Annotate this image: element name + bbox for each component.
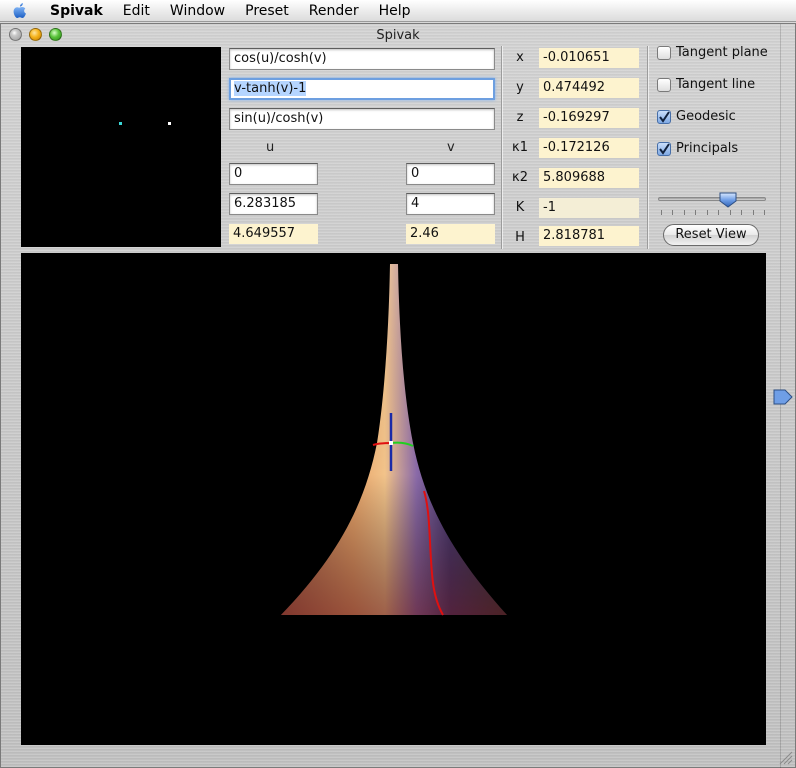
surface-3d-view[interactable] [21,253,766,745]
main-window: Spivak cos(u)/cosh(v) v-tanh(v)-1 sin(u)… [0,23,796,768]
menu-window[interactable]: Window [160,0,235,22]
pseudosphere-render [281,264,507,616]
geodesic-checkbox-box[interactable] [657,109,671,124]
principals-checkbox[interactable]: Principals [657,141,738,156]
geodesic-label: Geodesic [676,109,736,124]
x-equation-field[interactable]: cos(u)/cosh(v) [229,48,495,70]
title-bar[interactable]: Spivak [1,24,795,46]
tangent-plane-label: Tangent plane [676,45,768,60]
parameter-domain-preview[interactable] [21,47,221,247]
geodesic-start-marker [119,122,122,125]
y-equation-selection: v-tanh(v)-1 [234,81,307,96]
slider-thumb[interactable] [719,192,737,208]
resize-grip-icon[interactable] [777,749,793,765]
v-min-field[interactable]: 0 [406,163,495,185]
current-point-marker [168,122,171,125]
menu-bar: Spivak Edit Window Preset Render Help [0,0,796,22]
menu-edit[interactable]: Edit [113,0,160,22]
principals-checkbox-box[interactable] [657,141,671,156]
tangent-line-checkbox[interactable]: Tangent line [657,77,755,92]
x-readout: -0.010651 [539,48,639,68]
z-equation-field[interactable]: sin(u)/cosh(v) [229,108,495,130]
y-readout: 0.474492 [539,78,639,98]
close-window-button[interactable] [9,28,22,41]
kappa1-label: κ1 [512,140,528,155]
drawer-toggle-icon[interactable] [773,388,793,406]
u-column-label: u [266,140,275,155]
z-label: z [516,110,524,125]
menu-render[interactable]: Render [299,0,369,22]
menu-help[interactable]: Help [369,0,421,22]
u-current-readout: 4.649557 [229,224,318,244]
tangent-line-label: Tangent line [676,77,756,92]
v-current-readout: 2.46 [406,224,495,244]
separator-right [647,46,648,249]
zoom-window-button[interactable] [49,28,62,41]
v-column-label: v [447,140,455,155]
minimize-window-button[interactable] [29,28,42,41]
current-point [389,441,393,445]
gaussian-curvature-label: K [515,200,525,215]
principals-label: Principals [676,141,739,156]
y-equation-field[interactable]: v-tanh(v)-1 [229,78,495,100]
surface-shading [281,264,507,615]
kappa1-readout: -0.172126 [539,138,639,158]
geodesic-checkbox[interactable]: Geodesic [657,109,736,124]
mean-curvature-label: H [515,230,525,245]
menu-preset[interactable]: Preset [235,0,299,22]
menu-app-spivak[interactable]: Spivak [40,0,113,22]
window-title: Spivak [376,27,420,43]
y-label: y [516,80,524,95]
u-min-field[interactable]: 0 [229,163,318,185]
tangent-plane-checkbox-box[interactable] [657,45,671,60]
checkmark-icon [659,142,670,155]
v-max-field[interactable]: 4 [406,193,495,215]
tangent-line-checkbox-box[interactable] [657,77,671,92]
mean-curvature-readout: 2.818781 [539,226,639,246]
kappa2-readout: 5.809688 [539,168,639,188]
x-label: x [516,50,524,65]
checkmark-icon [659,110,670,123]
slider-ticks [661,210,765,216]
separator-left [501,46,502,249]
z-readout: -0.169297 [539,108,639,128]
u-max-field[interactable]: 6.283185 [229,193,318,215]
reset-view-button[interactable]: Reset View [663,224,759,246]
kappa2-label: κ2 [512,170,528,185]
tangent-plane-checkbox[interactable]: Tangent plane [657,45,768,60]
slider-track[interactable] [658,197,766,201]
gaussian-curvature-readout: -1 [539,198,639,218]
apple-menu-icon[interactable] [0,0,40,22]
